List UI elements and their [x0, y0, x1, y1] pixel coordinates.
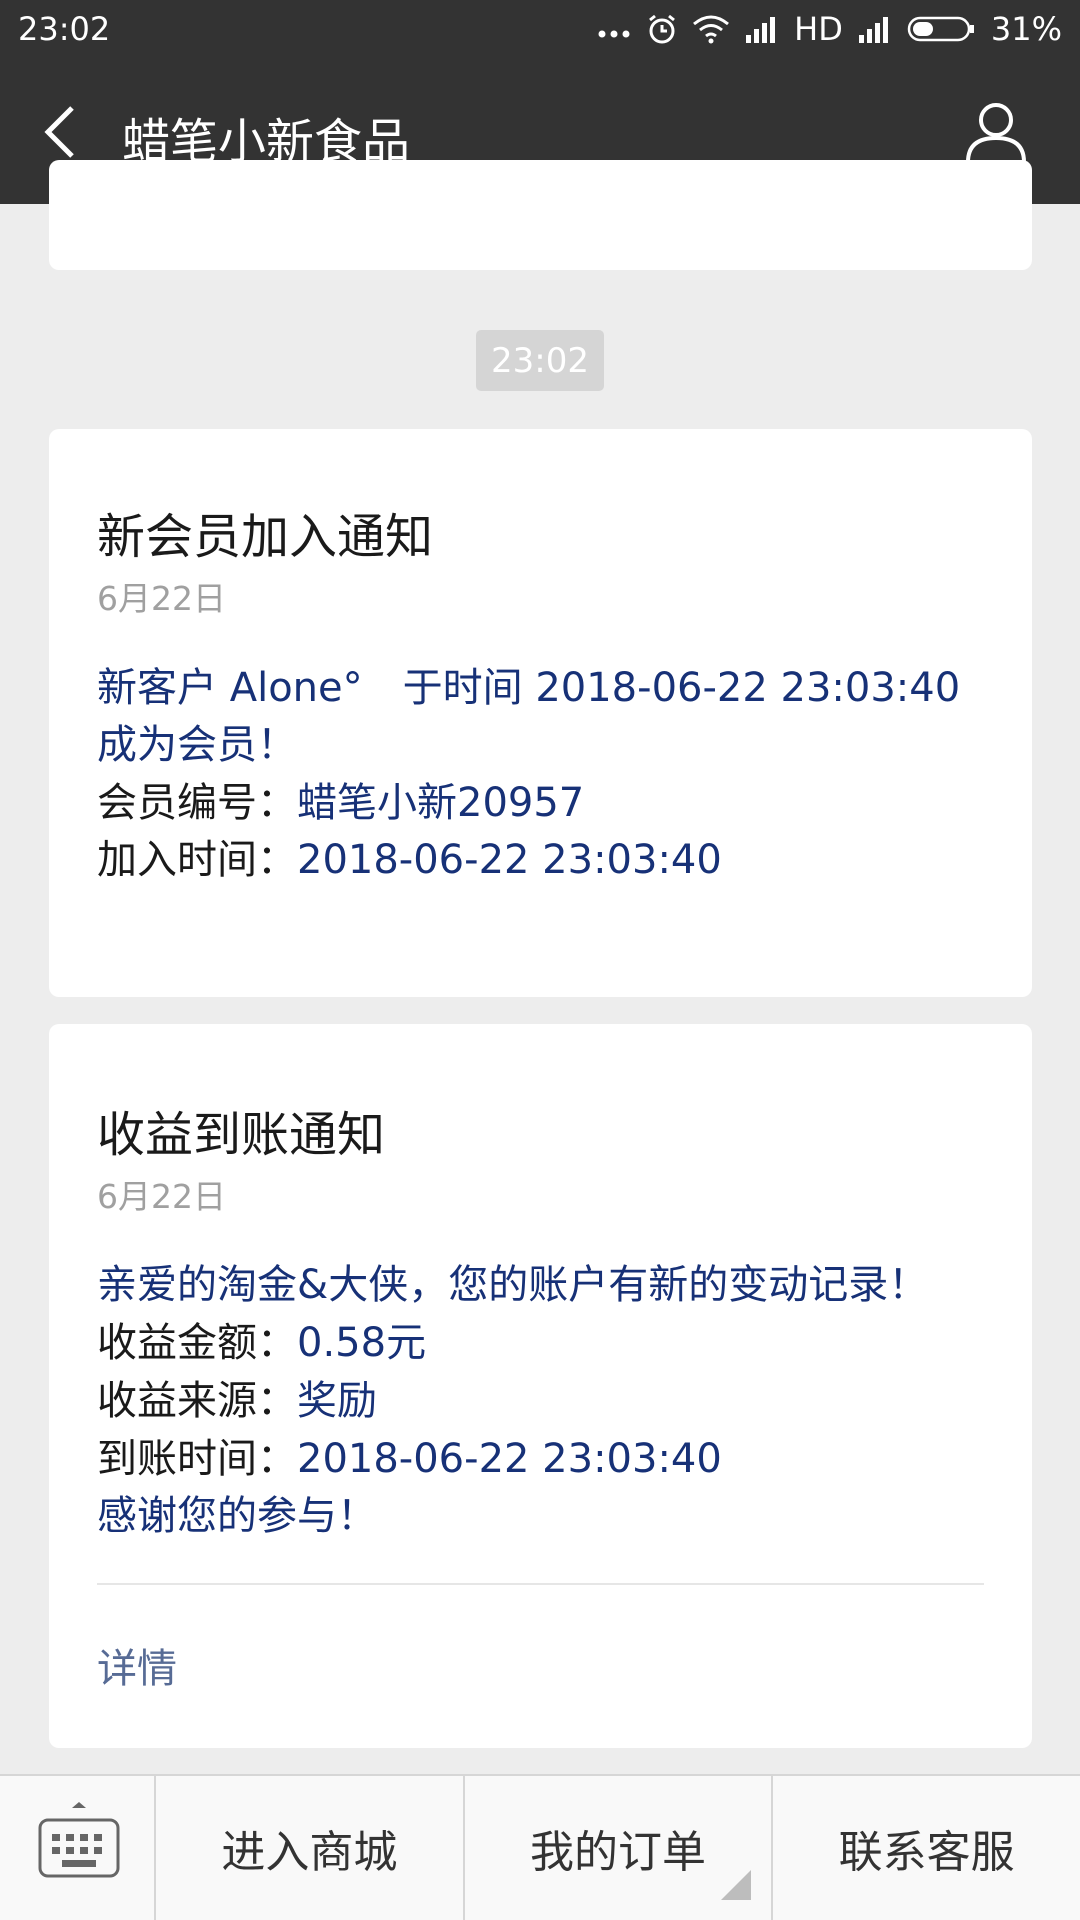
join-time-value: 2018-06-22 23:03:40: [297, 837, 722, 883]
member-id-value: 蜡笔小新20957: [297, 780, 585, 826]
status-icons: HD 31%: [596, 10, 1062, 48]
status-time: 23:02: [18, 10, 111, 48]
became-member-line: 成为会员！: [97, 722, 297, 768]
source-value: 奖励: [297, 1378, 377, 1424]
keyboard-icon: [38, 1800, 120, 1886]
more-dots-icon: [596, 14, 632, 44]
member-id-row: 会员编号：蜡笔小新20957: [97, 770, 584, 828]
alarm-icon: [646, 13, 678, 45]
amount-value: 0.58元: [297, 1320, 427, 1366]
menu-label: 我的订单: [530, 1827, 706, 1878]
submenu-indicator-icon: [721, 1870, 752, 1900]
arrival-time-label: 到账时间：: [97, 1436, 297, 1482]
battery-icon: [907, 14, 977, 44]
card-title: 收益到账通知: [97, 1107, 386, 1163]
network-type: HD: [794, 10, 843, 48]
menu-enter-mall[interactable]: 进入商城: [156, 1776, 465, 1920]
detail-link[interactable]: 详情: [97, 1636, 177, 1694]
earnings-notification-card[interactable]: 收益到账通知 6月22日 亲爱的淘金&大侠，您的账户有新的变动记录！ 收益金额：…: [49, 1024, 1032, 1748]
new-customer-line: 新客户 Alone° 于时间 2018-06-22 23:03:40: [97, 665, 961, 711]
user-profile-icon[interactable]: [964, 100, 1028, 166]
card-divider: [97, 1583, 984, 1585]
member-join-notification-card[interactable]: 新会员加入通知 6月22日 新客户 Alone° 于时间 2018-06-22 …: [49, 429, 1032, 997]
card-title: 新会员加入通知: [97, 509, 434, 565]
wifi-icon: [692, 14, 730, 44]
menu-my-orders[interactable]: 我的订单: [465, 1776, 774, 1920]
card-date: 6月22日: [97, 579, 226, 618]
status-bar: 23:02 HD 31%: [0, 0, 1080, 62]
source-row: 收益来源：奖励: [97, 1368, 377, 1426]
back-arrow-icon[interactable]: [40, 102, 80, 162]
previous-message-card: [49, 160, 1032, 270]
thanks-line: 感谢您的参与！: [97, 1493, 377, 1539]
bottom-menu: 进入商城 我的订单 联系客服: [0, 1774, 1080, 1920]
join-time-row: 加入时间：2018-06-22 23:03:40: [97, 827, 722, 885]
greeting-line: 亲爱的淘金&大侠，您的账户有新的变动记录！: [97, 1262, 929, 1308]
menu-contact-support[interactable]: 联系客服: [773, 1776, 1080, 1920]
card-date: 6月22日: [97, 1177, 226, 1216]
battery-percent: 31%: [990, 10, 1062, 48]
signal-icon: [744, 15, 780, 43]
menu-label: 进入商城: [221, 1827, 398, 1878]
arrival-time-value: 2018-06-22 23:03:40: [297, 1436, 722, 1482]
amount-label: 收益金额：: [97, 1320, 297, 1366]
source-label: 收益来源：: [97, 1378, 297, 1424]
join-time-label: 加入时间：: [97, 837, 297, 883]
arrival-time-row: 到账时间：2018-06-22 23:03:40: [97, 1426, 722, 1484]
keyboard-toggle-button[interactable]: [0, 1776, 156, 1920]
amount-row: 收益金额：0.58元: [97, 1310, 426, 1368]
menu-label: 联系客服: [838, 1827, 1015, 1878]
member-id-label: 会员编号：: [97, 780, 297, 826]
message-timestamp: 23:02: [476, 330, 604, 391]
signal-icon-2: [857, 15, 893, 43]
